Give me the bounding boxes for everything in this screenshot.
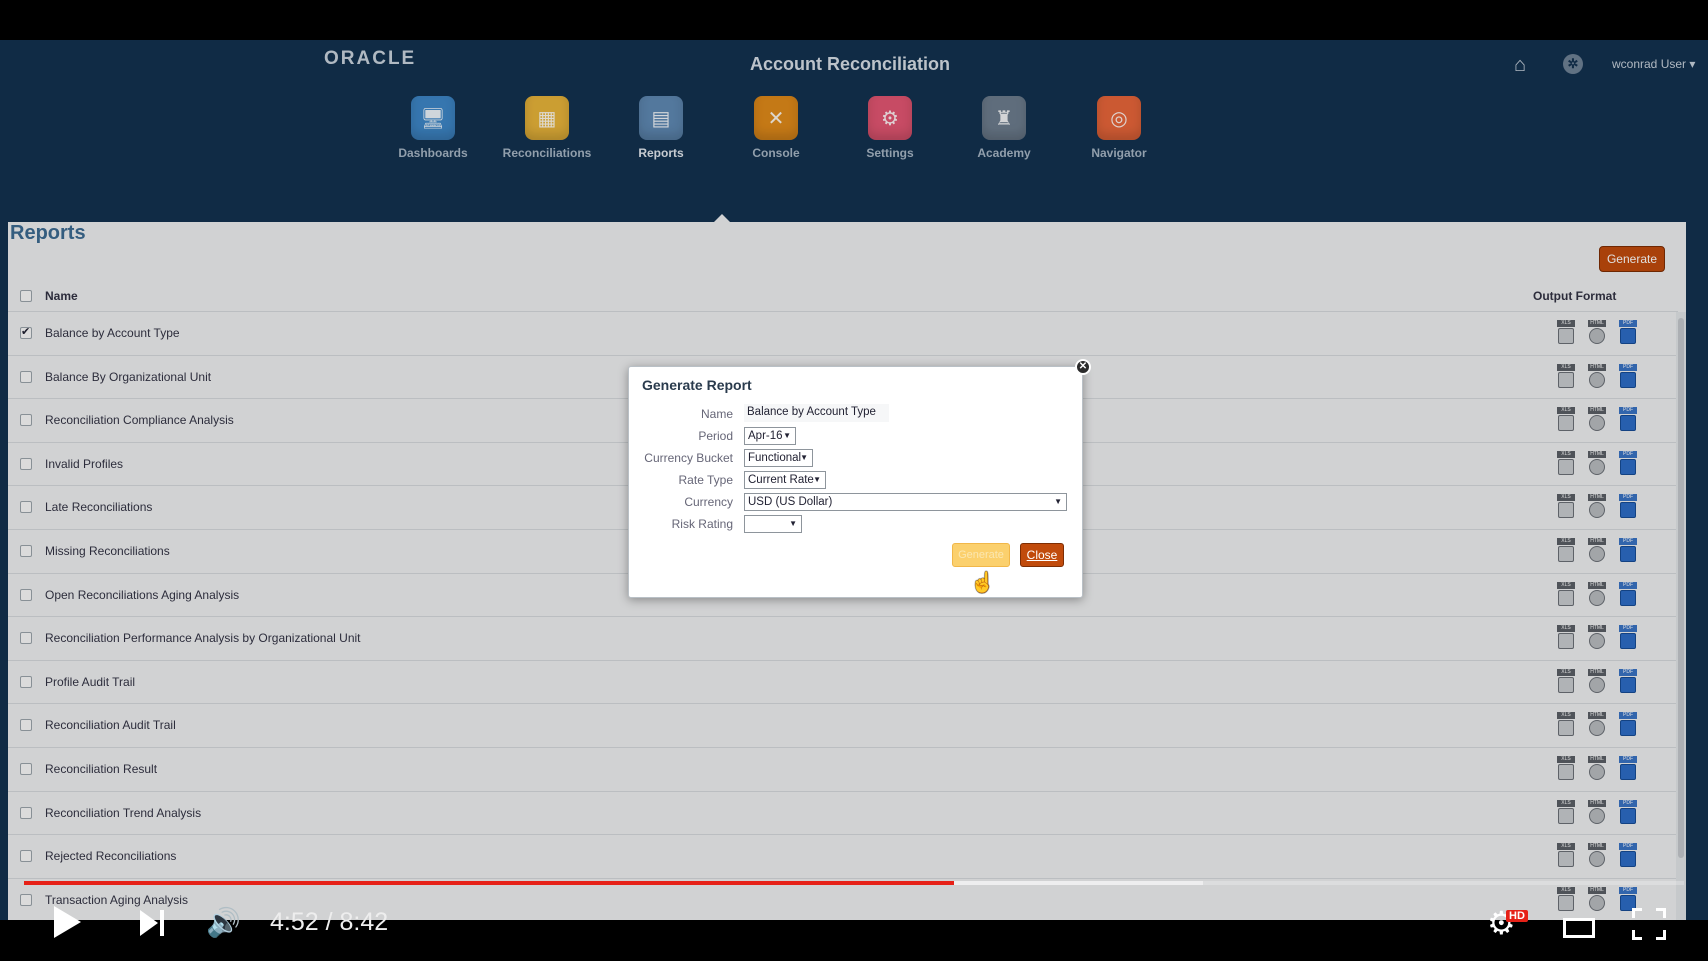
risk-rating-label: Risk Rating xyxy=(671,517,733,531)
volume-icon[interactable]: 🔊 xyxy=(206,906,241,940)
fullscreen-icon[interactable] xyxy=(1632,908,1666,940)
chevron-down-icon: ▼ xyxy=(1054,497,1062,506)
video-frame: ORACLE Account Reconciliation ⌂ ✲ wconra… xyxy=(0,0,1708,961)
currency-select[interactable]: USD (US Dollar) ▼ xyxy=(744,493,1067,511)
dialog-close-button[interactable]: Close xyxy=(1020,543,1064,567)
next-icon[interactable] xyxy=(140,910,166,936)
progress-played xyxy=(24,881,954,885)
rate-type-label: Rate Type xyxy=(678,473,733,487)
name-label: Name xyxy=(700,407,733,421)
currency-value: USD (US Dollar) xyxy=(748,496,833,508)
generate-report-dialog: Generate Report Name Balance by Account … xyxy=(628,366,1083,598)
risk-rating-select[interactable]: ▼ xyxy=(744,515,802,533)
player-controls: 🔊 4:52 / 8:42 ⚙ HD xyxy=(0,886,1708,961)
period-label: Period xyxy=(698,429,733,443)
currency-bucket-value: Functional xyxy=(748,452,802,464)
rate-type-select[interactable]: Current Rate ▼ xyxy=(744,471,826,489)
hd-badge: HD xyxy=(1506,910,1528,922)
currency-label: Currency xyxy=(684,495,733,509)
chevron-down-icon: ▼ xyxy=(800,453,808,462)
rate-type-value: Current Rate xyxy=(748,474,814,486)
dialog-generate-button[interactable]: Generate xyxy=(952,543,1010,567)
chevron-down-icon: ▼ xyxy=(789,519,797,528)
mouse-pointer-icon: ☝ xyxy=(970,572,995,594)
time-display: 4:52 / 8:42 xyxy=(270,908,389,936)
close-icon[interactable]: ✕ xyxy=(1075,359,1091,375)
chevron-down-icon: ▼ xyxy=(813,475,821,484)
currency-bucket-select[interactable]: Functional ▼ xyxy=(744,449,813,467)
chevron-down-icon: ▼ xyxy=(783,431,791,440)
name-field: Balance by Account Type xyxy=(744,404,889,422)
dialog-title: Generate Report xyxy=(642,377,752,393)
play-icon[interactable] xyxy=(54,906,81,938)
theater-mode-icon[interactable] xyxy=(1563,918,1595,938)
period-select[interactable]: Apr-16 ▼ xyxy=(744,427,796,445)
currency-bucket-label: Currency Bucket xyxy=(644,451,733,465)
period-value: Apr-16 xyxy=(748,430,783,442)
